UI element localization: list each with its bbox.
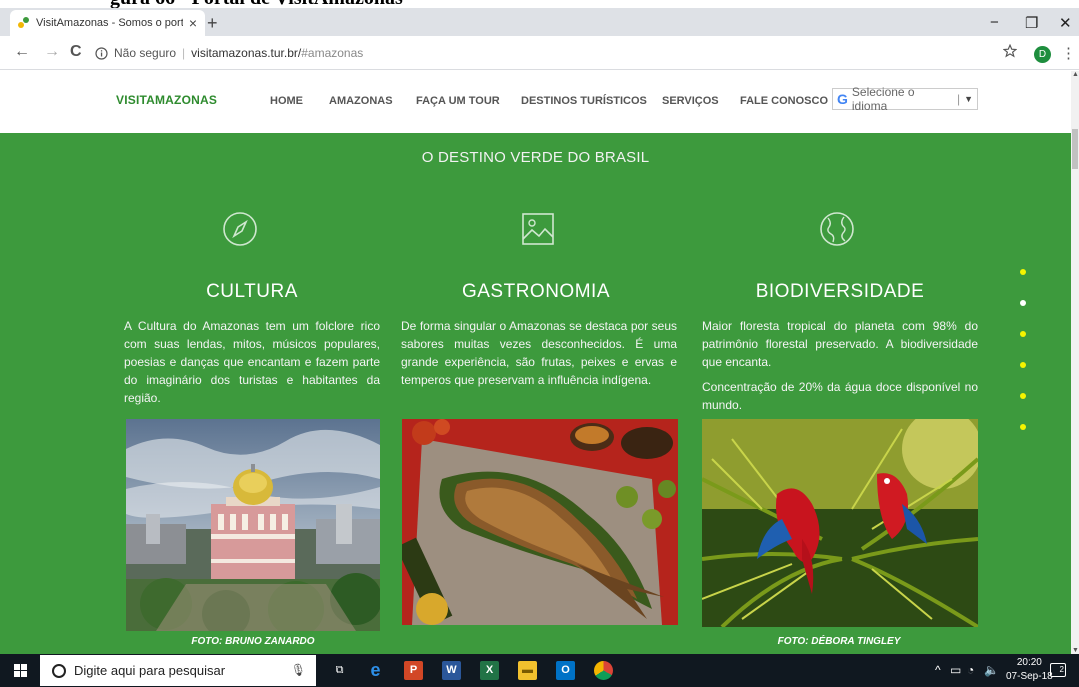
slide-dot[interactable] — [1020, 300, 1026, 306]
edge-icon[interactable]: e — [366, 661, 385, 680]
address-bar[interactable]: Não seguro | visitamazonas.tur.br/#amazo… — [95, 42, 995, 64]
tray-expand-icon[interactable]: ^ — [935, 663, 941, 677]
feature-text: A Cultura do Amazonas tem um folclore ri… — [124, 319, 380, 405]
url-host: visitamazonas.tur.br/ — [191, 46, 302, 60]
destino-verde-section: O DESTINO VERDE DO BRASIL CULTURA A Cult… — [0, 133, 1071, 654]
teatro-amazonas-photo — [126, 419, 380, 631]
back-button[interactable]: ← — [14, 43, 30, 61]
site-logo[interactable]: VISITAMAZONAS — [116, 93, 217, 107]
wifi-icon[interactable]: ◔ — [967, 663, 974, 677]
url-separator: | — [182, 46, 186, 60]
page-scrollbar[interactable]: ▲ ▼ — [1071, 71, 1079, 654]
chevron-down-icon: ▼ — [964, 94, 973, 104]
profile-avatar[interactable]: D — [1034, 46, 1051, 63]
microphone-icon[interactable]: 🎙 — [291, 663, 306, 677]
slide-dot[interactable] — [1020, 269, 1026, 275]
google-translate-icon: G — [837, 91, 848, 107]
windows-start-icon[interactable] — [14, 664, 28, 678]
feature-text-secondary: Concentração de 20% da água doce disponí… — [702, 380, 978, 412]
forward-button[interactable]: → — [44, 43, 60, 61]
nav-home[interactable]: HOME — [270, 95, 303, 107]
windows-taskbar: Digite aqui para pesquisar 🎙 ⧉ e P W X ▬… — [0, 654, 1079, 687]
photo-credit: FOTO: DÉBORA TINGLEY — [777, 636, 901, 647]
task-view-icon[interactable]: ⧉ — [330, 661, 349, 680]
scrollbar-thumb[interactable] — [1072, 129, 1078, 169]
site-header: VISITAMAZONAS HOME AMAZONAS FAÇA UM TOUR… — [0, 71, 1071, 133]
feature-text: De forma singular o Amazonas se destaca … — [401, 319, 677, 387]
taskbar-search-input[interactable]: Digite aqui para pesquisar 🎙 — [40, 655, 316, 686]
image-icon — [522, 213, 554, 245]
nav-faca-um-tour[interactable]: FAÇA UM TOUR — [416, 95, 500, 107]
chrome-icon[interactable] — [594, 661, 613, 680]
feature-title: BIODIVERSIDADE — [755, 281, 925, 302]
slide-dot[interactable] — [1020, 393, 1026, 399]
tab-close-icon[interactable]: × — [189, 15, 197, 31]
clock-time: 20:20 — [1016, 657, 1042, 668]
slide-dot[interactable] — [1020, 331, 1026, 337]
chrome-menu-icon[interactable]: ⋮ — [1061, 44, 1076, 62]
compass-icon — [223, 212, 257, 246]
word-icon[interactable]: W — [442, 661, 461, 680]
info-icon[interactable] — [95, 46, 108, 60]
feature-title: GASTRONOMIA — [461, 281, 610, 302]
notifications-icon[interactable]: 2 — [1050, 663, 1066, 677]
browser-toolbar: ← → C Não seguro | visitamazonas.tur.br/… — [0, 36, 1079, 70]
feature-title: CULTURA — [206, 281, 298, 302]
slide-dot[interactable] — [1020, 362, 1026, 368]
nav-destinos-turisticos[interactable]: DESTINOS TURÍSTICOS — [521, 95, 647, 107]
nav-amazonas[interactable]: AMAZONAS — [329, 95, 393, 107]
search-placeholder: Digite aqui para pesquisar — [74, 663, 226, 678]
star-icon[interactable] — [1003, 44, 1017, 58]
file-explorer-icon[interactable]: ▬ — [518, 661, 537, 680]
close-window-button[interactable]: ✕ — [1059, 14, 1072, 32]
feature-text: Maior floresta tropical do planeta com 9… — [702, 319, 978, 369]
scroll-down-icon[interactable]: ▼ — [1072, 647, 1079, 654]
language-select-label: Selecione o idioma — [851, 85, 915, 113]
globe-icon — [820, 212, 854, 246]
nav-servicos[interactable]: SERVIÇOS — [662, 95, 719, 107]
nav-fale-conosco[interactable]: FALE CONOSCO — [740, 95, 828, 107]
outlook-icon[interactable]: O — [556, 661, 575, 680]
photo-credit: FOTO: BRUNO ZANARDO — [191, 636, 315, 647]
tab-title: VisitAmazonas - Somos o portal — [36, 17, 183, 29]
new-tab-button[interactable]: + — [207, 13, 218, 34]
url-fragment: #amazonas — [301, 46, 364, 60]
security-label: Não seguro — [114, 46, 177, 60]
restore-button[interactable]: ❐ — [1025, 14, 1038, 32]
browser-tab[interactable]: VisitAmazonas - Somos o portal × — [10, 10, 205, 36]
minimize-button[interactable]: − — [990, 14, 999, 31]
volume-icon[interactable]: 🔈 — [984, 663, 999, 677]
visitamazonas-favicon-icon — [18, 17, 30, 29]
slide-dot[interactable] — [1020, 424, 1026, 430]
clock-date: 07-Sep-18 — [1006, 671, 1053, 682]
browser-tab-strip: VisitAmazonas - Somos o portal × + − ❐ ✕ — [0, 8, 1079, 36]
reload-button[interactable]: C — [70, 43, 82, 61]
scroll-up-icon[interactable]: ▲ — [1072, 71, 1079, 78]
slide-dots — [1020, 269, 1026, 455]
battery-icon[interactable]: ▭ — [950, 663, 961, 677]
excel-icon[interactable]: X — [480, 661, 499, 680]
language-select-divider: | — [956, 92, 961, 106]
powerpoint-icon[interactable]: P — [404, 661, 423, 680]
macaws-photo — [702, 419, 978, 627]
system-clock[interactable]: 20:20 07-Sep-18 — [1006, 656, 1053, 684]
language-select[interactable]: G Selecione o idioma | ▼ — [832, 85, 978, 113]
cortana-icon — [52, 663, 66, 678]
section-headline: O DESTINO VERDE DO BRASIL — [421, 149, 650, 166]
grilled-fish-photo — [402, 419, 678, 625]
